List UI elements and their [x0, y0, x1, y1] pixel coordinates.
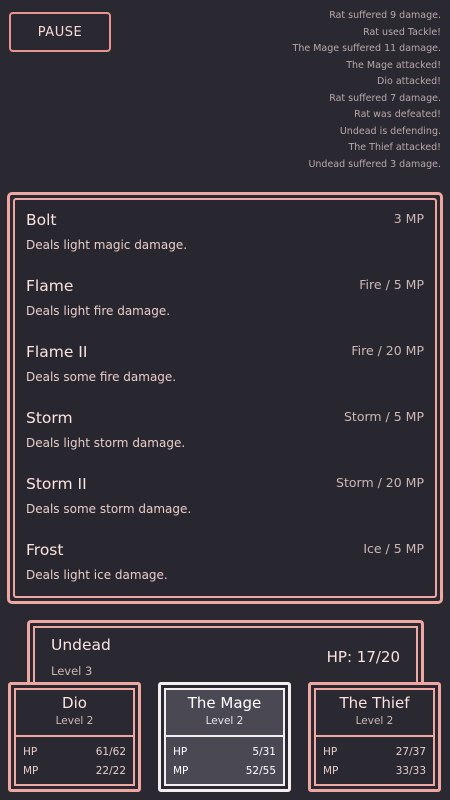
party-card-header: The Mage Level 2 [166, 690, 283, 737]
hp-value: 5/31 [252, 746, 276, 758]
spell-item-storm[interactable]: Storm Storm / 5 MP Deals light storm dam… [15, 398, 435, 464]
enemy-card[interactable]: Undead Level 3 HP: 17/20 [27, 620, 424, 684]
mp-label: MP [323, 765, 339, 777]
hp-value: 27/37 [395, 746, 426, 758]
spell-cost: 3 MP [393, 211, 424, 226]
hp-value: 61/62 [95, 746, 126, 758]
party-card-header: The Thief Level 2 [316, 690, 433, 737]
spell-item-bolt[interactable]: Bolt 3 MP Deals light magic damage. [15, 200, 435, 266]
mp-value: 22/22 [95, 765, 126, 777]
party-card-frame: The Mage Level 2 HP 5/31 MP 52/55 [164, 688, 285, 786]
spell-item-storm-ii[interactable]: Storm II Storm / 20 MP Deals some storm … [15, 464, 435, 530]
battle-log: Rat suffered 9 damage. Rat used Tackle! … [221, 8, 441, 173]
pause-button[interactable]: PAUSE [9, 12, 111, 52]
spell-menu: Bolt 3 MP Deals light magic damage. Flam… [7, 192, 443, 604]
log-line: The Mage suffered 11 damage. [292, 43, 441, 54]
spell-list: Bolt 3 MP Deals light magic damage. Flam… [13, 198, 437, 598]
spell-cost: Fire / 20 MP [351, 343, 424, 358]
hp-label: HP [23, 746, 38, 758]
enemy-hp: HP: 17/20 [326, 648, 400, 666]
log-line: Rat was defeated! [354, 109, 441, 120]
spell-cost: Ice / 5 MP [363, 541, 424, 556]
party-member-name: The Thief [339, 694, 410, 712]
mp-value: 52/55 [245, 765, 276, 777]
spell-item-flame[interactable]: Flame Fire / 5 MP Deals light fire damag… [15, 266, 435, 332]
party-member-name: The Mage [187, 694, 262, 712]
party-member-level: Level 2 [55, 715, 94, 727]
mp-stat: MP 22/22 [23, 765, 126, 777]
enemy-card-frame: Undead Level 3 HP: 17/20 [33, 626, 418, 684]
party-member-level: Level 2 [355, 715, 394, 727]
log-line: Rat suffered 9 damage. [329, 10, 441, 21]
hp-stat: HP 61/62 [23, 746, 126, 758]
spell-name: Bolt [26, 211, 57, 229]
enemy-name: Undead [51, 636, 111, 654]
mp-label: MP [23, 765, 39, 777]
mp-value: 33/33 [395, 765, 426, 777]
enemy-level: Level 3 [51, 664, 93, 678]
spell-description: Deals light storm damage. [26, 436, 186, 450]
hp-label: HP [173, 746, 188, 758]
party-card-frame: The Thief Level 2 HP 27/37 MP 33/33 [314, 688, 435, 786]
log-line: The Mage attacked! [346, 59, 441, 71]
spell-name: Flame [26, 277, 74, 295]
party-card-header: Dio Level 2 [16, 690, 133, 737]
party-member-name: Dio [62, 694, 87, 712]
party-member-level: Level 2 [205, 715, 244, 727]
log-line: Rat suffered 7 damage. [329, 92, 441, 104]
mp-stat: MP 52/55 [173, 765, 276, 777]
spell-description: Deals light ice damage. [26, 568, 168, 582]
party-card-the-mage[interactable]: The Mage Level 2 HP 5/31 MP 52/55 [158, 682, 291, 792]
log-line: Rat used Tackle! [363, 26, 441, 38]
spell-cost: Storm / 5 MP [344, 409, 424, 424]
spell-name: Storm II [26, 475, 87, 493]
spell-description: Deals light magic damage. [26, 238, 188, 252]
spell-item-frost[interactable]: Frost Ice / 5 MP Deals light ice damage. [15, 530, 435, 596]
hp-stat: HP 5/31 [173, 746, 276, 758]
mp-stat: MP 33/33 [323, 765, 426, 777]
log-line: Dio attacked! [377, 76, 441, 87]
hp-label: HP [323, 746, 338, 758]
spell-name: Flame II [26, 343, 88, 361]
party-card-the-thief[interactable]: The Thief Level 2 HP 27/37 MP 33/33 [308, 682, 441, 792]
spell-cost: Fire / 5 MP [359, 277, 424, 292]
spell-description: Deals light fire damage. [26, 304, 171, 318]
spell-cost: Storm / 20 MP [336, 475, 424, 490]
log-line: Undead is defending. [339, 125, 441, 137]
mp-label: MP [173, 765, 189, 777]
spell-description: Deals some fire damage. [26, 370, 177, 384]
hp-stat: HP 27/37 [323, 746, 426, 758]
spell-name: Frost [26, 541, 64, 559]
log-line: Undead suffered 3 damage. [308, 158, 441, 170]
spell-item-flame-ii[interactable]: Flame II Fire / 20 MP Deals some fire da… [15, 332, 435, 398]
spell-name: Storm [26, 409, 73, 427]
party-card-frame: Dio Level 2 HP 61/62 MP 22/22 [14, 688, 135, 786]
spell-description: Deals some storm damage. [26, 502, 192, 516]
log-line: The Thief attacked! [348, 142, 441, 153]
party-card-dio[interactable]: Dio Level 2 HP 61/62 MP 22/22 [8, 682, 141, 792]
